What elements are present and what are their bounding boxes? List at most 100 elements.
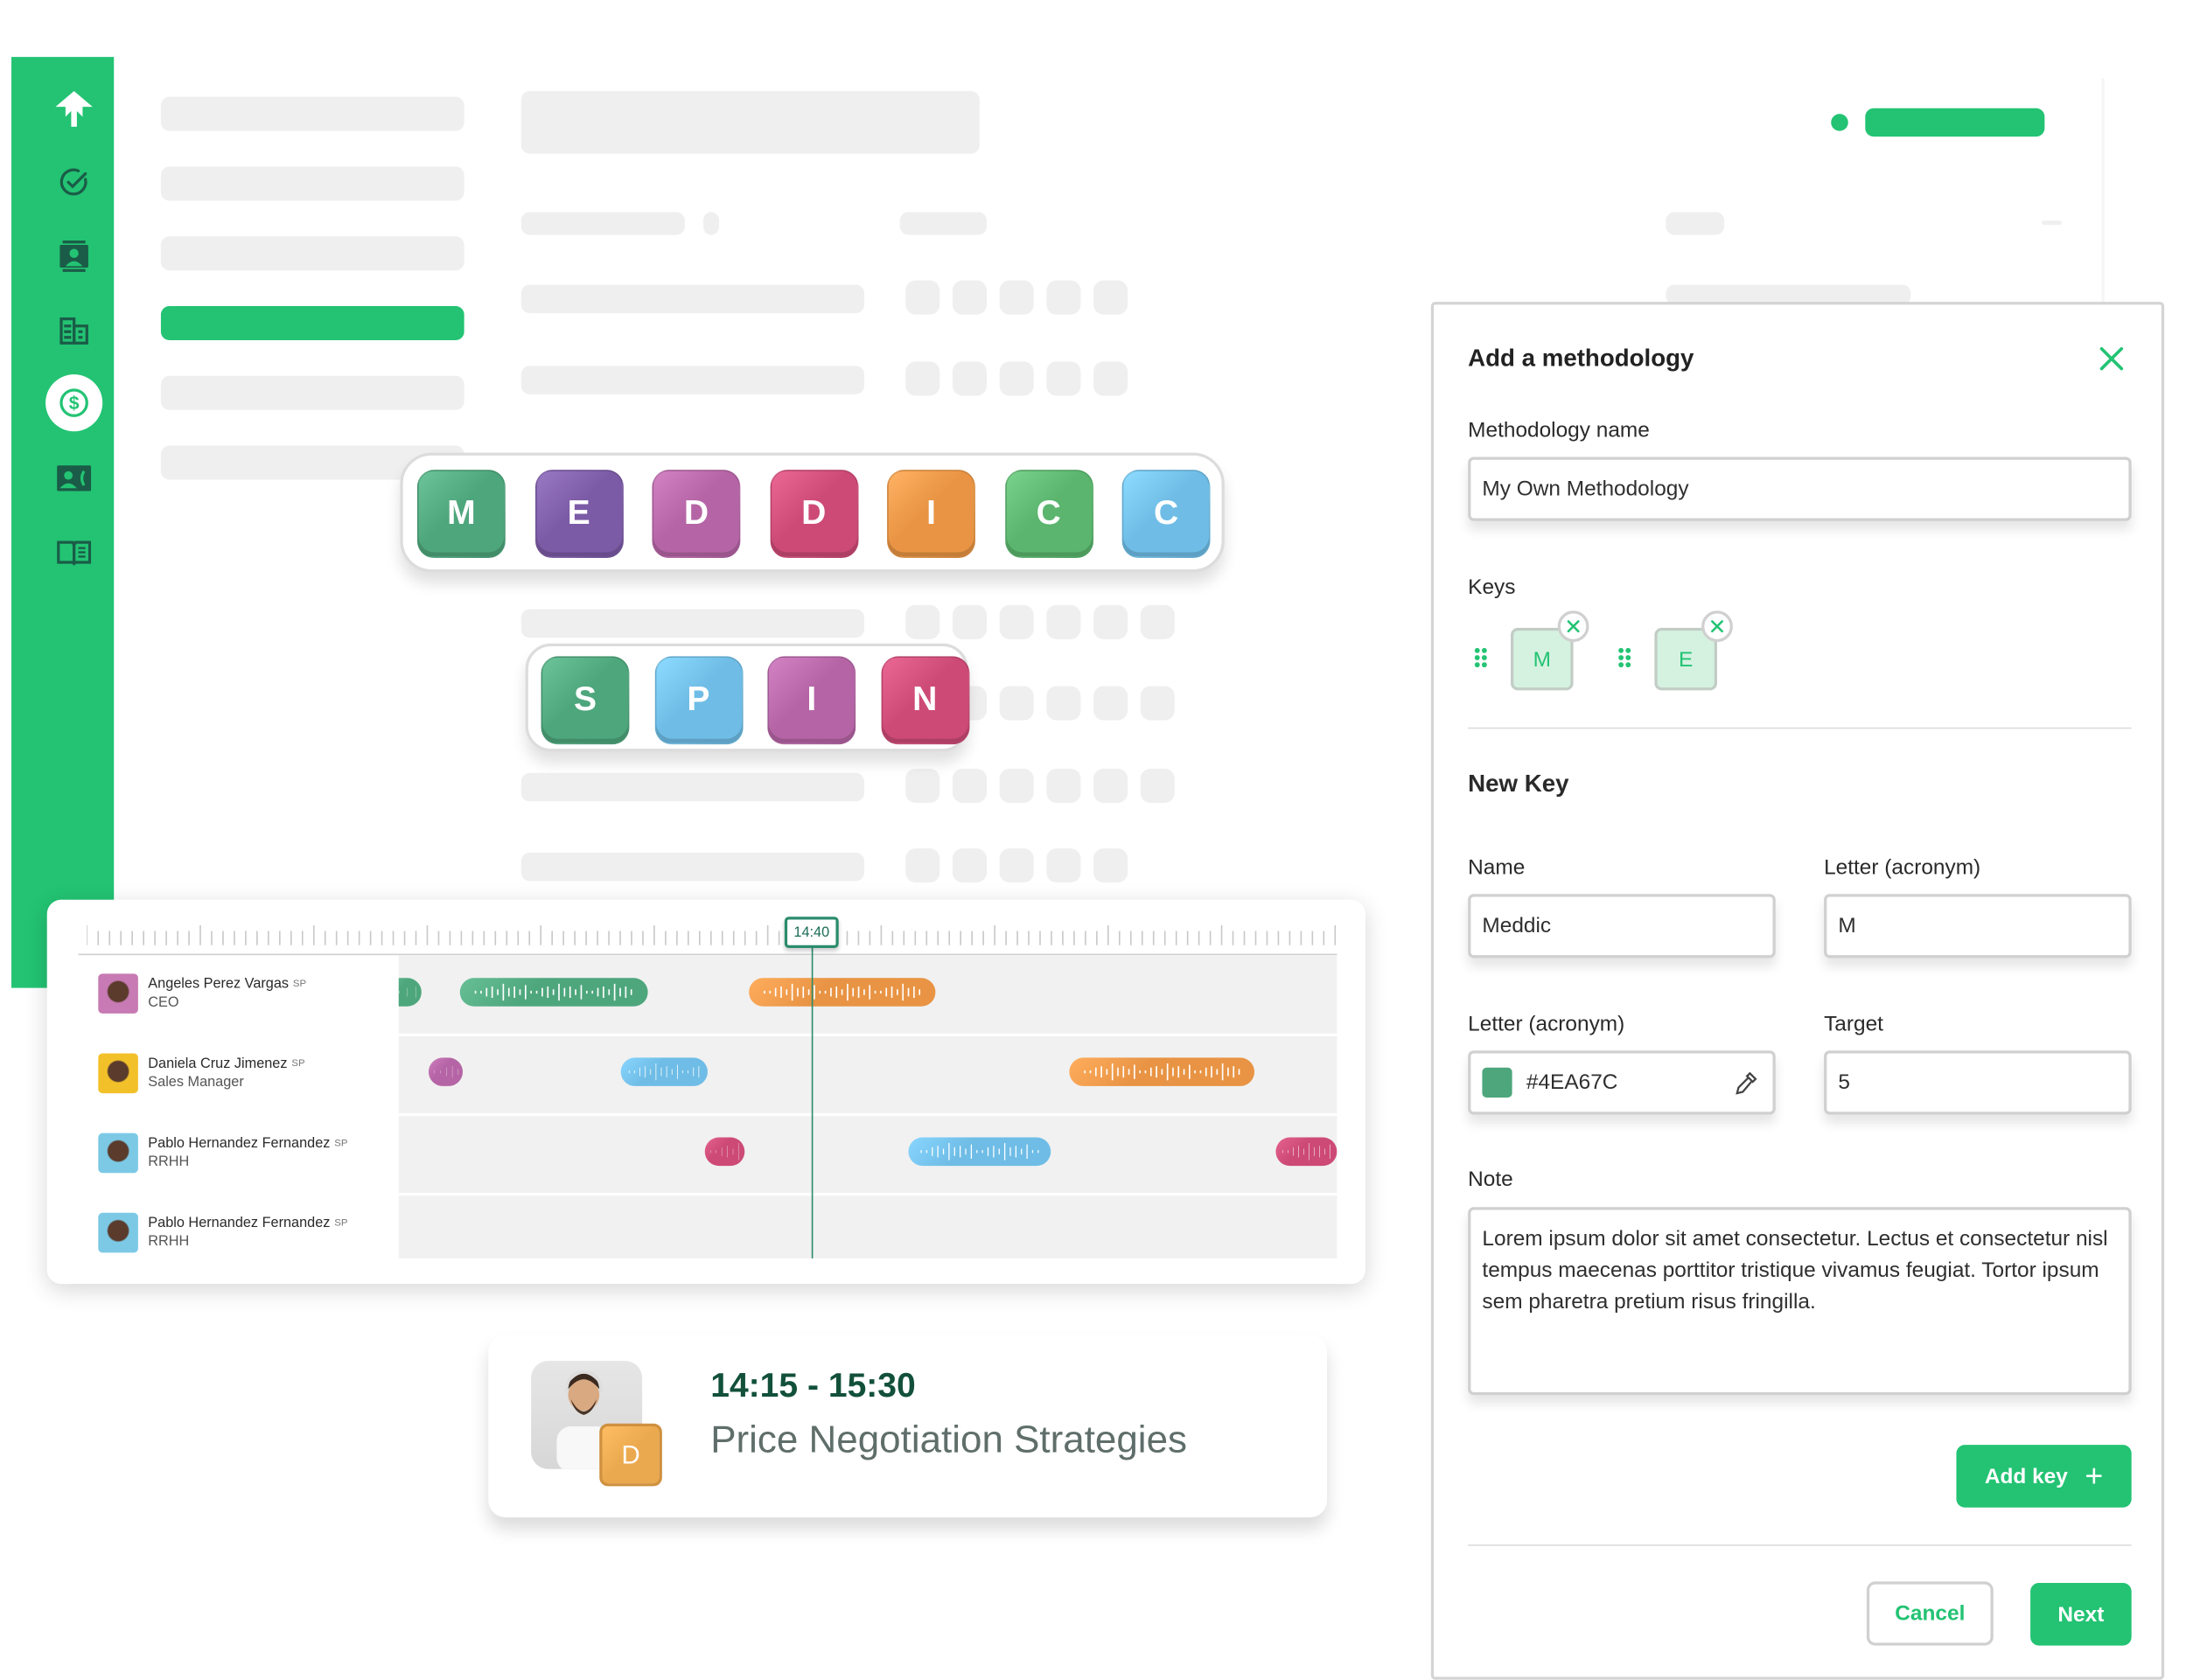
- methodology-key-m[interactable]: M: [416, 470, 506, 559]
- close-icon[interactable]: [2098, 345, 2127, 373]
- skeleton-square: [905, 604, 940, 639]
- avatar: [98, 973, 138, 1014]
- waveform-icon: [434, 1066, 458, 1078]
- skeleton-nav-item: [160, 236, 464, 271]
- skeleton-title: [520, 91, 980, 154]
- eyedropper-icon[interactable]: [1733, 1070, 1758, 1102]
- tasks-check-icon[interactable]: [45, 154, 102, 211]
- methodology-meddicc-row[interactable]: MEDDICC: [400, 452, 1225, 573]
- skeleton-square: [1093, 604, 1128, 639]
- companies-icon[interactable]: [45, 302, 102, 359]
- participant-row[interactable]: Daniela Cruz Jimenez SP Sales Manager: [98, 1052, 305, 1095]
- drag-handle-icon[interactable]: [1617, 646, 1631, 669]
- methodology-spin-row[interactable]: SPIN: [525, 643, 969, 752]
- logo-icon[interactable]: [45, 81, 102, 138]
- add-key-label: Add key: [1984, 1464, 2068, 1488]
- participant-row[interactable]: Pablo Hernandez Fernandez SP RRHH: [98, 1132, 348, 1175]
- skeleton-row-cell: [520, 284, 865, 314]
- call-segment[interactable]: [459, 978, 647, 1007]
- call-segment[interactable]: [1068, 1057, 1254, 1086]
- drag-handle-icon[interactable]: [1474, 646, 1488, 669]
- methodology-key-e[interactable]: E: [534, 470, 624, 559]
- remove-key-icon[interactable]: [1557, 610, 1589, 643]
- waveform-icon: [1083, 1063, 1240, 1081]
- skeleton-row-cell: [520, 609, 865, 638]
- status-dot: [1831, 114, 1848, 131]
- avatar: [98, 1053, 138, 1094]
- key-name-input[interactable]: [1482, 913, 1773, 938]
- target-input[interactable]: [1838, 1070, 2129, 1095]
- call-segment[interactable]: [620, 1057, 709, 1086]
- cancel-button[interactable]: Cancel: [1866, 1581, 1994, 1646]
- participant-row[interactable]: Angeles Perez Vargas SP CEO: [98, 972, 306, 1015]
- methodology-key-i[interactable]: I: [887, 470, 975, 559]
- letter-label: Letter (acronym): [1824, 855, 1981, 880]
- note-textarea[interactable]: Lorem ipsum dolor sit amet consectetur. …: [1482, 1223, 2118, 1381]
- skeleton-nav-item-active[interactable]: [160, 305, 464, 341]
- new-key-heading: New Key: [1468, 770, 1569, 798]
- next-button[interactable]: Next: [2030, 1583, 2132, 1646]
- participant-role: CEO: [148, 994, 179, 1011]
- skeleton-square: [1140, 604, 1175, 639]
- skeleton-nav-item: [160, 375, 464, 410]
- key-name-field[interactable]: [1468, 894, 1776, 959]
- waveform-icon: [474, 983, 632, 1001]
- divider: [1468, 1544, 2132, 1546]
- add-key-button[interactable]: Add key +: [1956, 1445, 2132, 1508]
- time-ruler[interactable]: [87, 923, 1337, 952]
- name-label: Name: [1468, 855, 1526, 880]
- divider: [1468, 727, 2132, 729]
- skeleton-primary-button[interactable]: [1865, 108, 2045, 137]
- event-time-range: 14:15 - 15:30: [710, 1366, 916, 1405]
- methodology-key-d[interactable]: D: [769, 470, 858, 559]
- target-label: Target: [1824, 1012, 1883, 1036]
- call-segment[interactable]: [1275, 1137, 1337, 1167]
- participant-name: Pablo Hernandez Fernandez SP: [148, 1135, 348, 1152]
- target-field[interactable]: [1824, 1050, 2132, 1115]
- avatar: [98, 1212, 138, 1253]
- skeleton-square: [1140, 686, 1175, 721]
- playbook-book-icon[interactable]: [45, 524, 102, 581]
- call-timeline: Angeles Perez Vargas SP CEO Daniela Cruz Ji…: [46, 899, 1365, 1285]
- skeleton-square: [1093, 768, 1128, 804]
- call-segment[interactable]: [429, 1057, 464, 1086]
- playhead-line[interactable]: [811, 931, 814, 1258]
- skeleton-row-cell: [520, 772, 865, 802]
- color-swatch[interactable]: [1482, 1067, 1512, 1098]
- deals-dollar-icon[interactable]: $: [45, 374, 103, 432]
- skeleton-square: [952, 280, 987, 315]
- event-card[interactable]: D 14:15 - 15:30 Price Negotiation Strate…: [488, 1335, 1328, 1518]
- methodology-key-c[interactable]: C: [1121, 470, 1211, 559]
- skeleton-square: [999, 848, 1034, 883]
- key-color-field[interactable]: [1468, 1050, 1776, 1115]
- svg-text:$: $: [69, 394, 80, 414]
- skeleton-square: [1046, 604, 1081, 639]
- call-segment[interactable]: [398, 978, 423, 1007]
- call-segment[interactable]: [908, 1137, 1051, 1167]
- methodology-key-s[interactable]: S: [541, 656, 630, 745]
- methodology-key-c[interactable]: C: [1004, 470, 1093, 559]
- methodology-key-p[interactable]: P: [653, 656, 743, 745]
- playhead-time[interactable]: 14:40: [784, 917, 839, 949]
- key-letter-field[interactable]: [1824, 894, 2132, 959]
- methodology-key-i[interactable]: I: [767, 656, 856, 745]
- frame-edge: [2101, 78, 2105, 306]
- participant-role: RRHH: [148, 1154, 190, 1170]
- call-segment[interactable]: [748, 978, 936, 1007]
- participant-row[interactable]: Pablo Hernandez Fernandez SP RRHH: [98, 1211, 348, 1254]
- waveform-icon: [764, 983, 921, 1001]
- key-letter-input[interactable]: [1838, 913, 2129, 938]
- skeleton-square: [999, 768, 1034, 804]
- call-segment[interactable]: [704, 1137, 744, 1167]
- methodology-key-n[interactable]: N: [880, 656, 969, 745]
- methodology-key-d[interactable]: D: [652, 470, 741, 559]
- skeleton-row-cell: [520, 852, 865, 882]
- methodology-name-input[interactable]: [1482, 477, 2129, 501]
- methodology-name-field[interactable]: [1468, 457, 2132, 521]
- calls-icon[interactable]: [45, 450, 102, 506]
- remove-key-icon[interactable]: [1701, 610, 1733, 643]
- key-color-input[interactable]: [1526, 1070, 1712, 1095]
- note-field[interactable]: Lorem ipsum dolor sit amet consectetur. …: [1468, 1207, 2132, 1396]
- event-title: Price Negotiation Strategies: [710, 1418, 1187, 1461]
- contacts-icon[interactable]: [45, 227, 102, 284]
